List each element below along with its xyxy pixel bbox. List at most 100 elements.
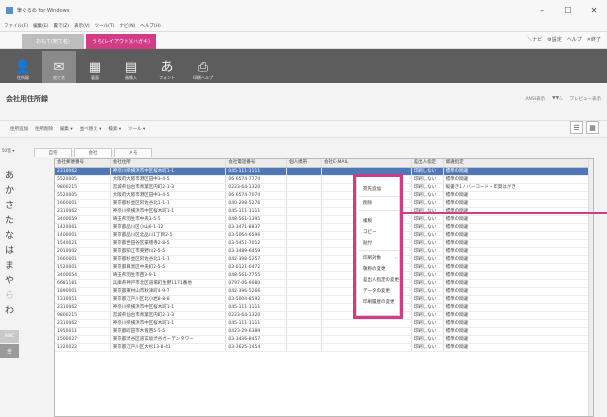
- column-header[interactable]: 差出人指定: [412, 159, 444, 167]
- abc-index-button[interactable]: ABC: [0, 330, 19, 343]
- table-cell: [287, 176, 323, 183]
- table-cell: [322, 344, 412, 351]
- sort-dropdown[interactable]: 並べ替え ▾: [80, 126, 102, 132]
- table-row[interactable]: 1330051 東京都江戸川区北小岩8-8-8 03-5004-8592 印刷しない標…: [55, 296, 593, 304]
- table-cell: 2310062: [55, 208, 111, 215]
- ribbon-layout-button[interactable]: ▦ 裏面: [78, 51, 112, 83]
- table-row[interactable]: 1890001 東京都東村山市秋津町4-9-7 042-396-5266 印刷しない標…: [55, 288, 593, 296]
- kana-index-ra[interactable]: ら: [0, 289, 19, 304]
- table-row[interactable]: 1660001 東京都杉並区阿佐谷北1-1-1 040-298-5276 印刷しない標…: [55, 200, 593, 208]
- tab-back-layout[interactable]: うら(レイアウト)(ハガキ): [86, 34, 156, 49]
- card-view-icon[interactable]: ▦: [586, 121, 599, 134]
- column-header[interactable]: 間違指定: [444, 159, 593, 167]
- table-cell: 9800215: [55, 312, 111, 319]
- menu-back[interactable]: 裏で(Z): [53, 23, 69, 29]
- exit-button[interactable]: ✕終了: [587, 36, 601, 43]
- subtab-company[interactable]: 会社: [74, 148, 112, 157]
- table-cell: [287, 256, 323, 263]
- table-row[interactable]: 3400059 埼玉県羽生市中央3-5-5 048-561-1395 印刷しない 標準の…: [55, 216, 593, 224]
- table-cell: 1400001: [55, 232, 111, 239]
- search-dropdown[interactable]: 検索 ▾: [108, 126, 121, 132]
- all-index-button[interactable]: 全: [0, 344, 19, 358]
- table-row[interactable]: 1660001 東京都杉並区阿佐谷北1-1-1 042-398-5257 印刷しない標…: [55, 256, 593, 264]
- kana-index-ta[interactable]: た: [0, 214, 19, 229]
- table-row[interactable]: 2310062神奈川県横浜市中区桜木町1-1045-111-1111 印刷しない標…: [55, 168, 593, 176]
- edit-dropdown[interactable]: 編集 ▾: [60, 126, 73, 132]
- index-mode-dropdown[interactable]: 50音 ▾: [0, 145, 19, 154]
- table-row[interactable]: 1950011 東京都町田市木曽西5-5-5 0423-29-6389 印刷しない 標準…: [55, 328, 593, 336]
- minimize-button[interactable]: –: [529, 0, 555, 20]
- table-cell: [287, 344, 323, 351]
- column-header[interactable]: 会社電話番号: [226, 159, 288, 167]
- table-row[interactable]: 9800215 宮城県仙台市青葉区内町2-1-3 0223-64-1320 印刷しない…: [55, 312, 593, 320]
- list-view-icon[interactable]: ☰: [570, 121, 583, 134]
- table-cell: 東京都世田谷区豪徳寺2-8-5: [111, 240, 227, 247]
- menu-file[interactable]: ファイル(F): [4, 23, 28, 29]
- table-row[interactable]: 5520005 大阪府大阪市港区田中3-4-5 06-6574-7074 印刷しない標…: [55, 192, 593, 200]
- maximize-button[interactable]: ☐: [555, 0, 581, 20]
- table-cell: 045-111-1111: [226, 168, 288, 175]
- kana-index-ya[interactable]: や: [0, 274, 19, 289]
- tools-dropdown[interactable]: ツール ▾: [128, 126, 145, 132]
- kana-index-ha[interactable]: は: [0, 244, 19, 259]
- subtab-memo[interactable]: メモ: [114, 148, 152, 157]
- table-row[interactable]: 1540021 東京都世田谷区豪徳寺2-8-5 03-5451-7012 印刷しない標…: [55, 240, 593, 248]
- table-row[interactable]: 2010002 東京都狛江市東野川2-5-5 03-3489-6459 印刷しない 標準…: [55, 248, 593, 256]
- ribbon-image-button[interactable]: ▤ 画像入: [114, 51, 148, 83]
- menu-edit[interactable]: 編集(E): [33, 23, 48, 29]
- table-row[interactable]: 2310062神奈川県横浜市中区桜木町1-1045-111-1111 印刷しない標…: [55, 304, 593, 312]
- table-row[interactable]: 1520001 東京都目黒区中央町2-5-5 03-0121-0472 印刷しない 標準…: [55, 264, 593, 272]
- table-row[interactable]: 2310062神奈川県横浜市中区桜木町1-1045-111-1111 印刷しない標…: [55, 320, 593, 328]
- kana-index-ma[interactable]: ま: [0, 259, 19, 274]
- window-controls: – ☐ ✕: [529, 0, 607, 20]
- column-header[interactable]: 会社住所: [111, 159, 227, 167]
- kana-index-sa[interactable]: さ: [0, 199, 19, 214]
- table-cell: 埼玉県羽生市西3-9-1: [111, 272, 227, 279]
- table-row[interactable]: 3400054 埼玉県羽生市西3-9-1 048-561-7755 印刷しない 標準の間…: [55, 272, 593, 280]
- settings-button[interactable]: ⚙設定: [547, 36, 561, 43]
- table-cell: 03-3625-1454: [226, 344, 288, 351]
- kana-index-a[interactable]: あ: [0, 169, 19, 184]
- menu-help[interactable]: ヘルプ(H): [140, 23, 160, 29]
- column-header[interactable]: 個人携帯: [287, 159, 323, 167]
- column-header[interactable]: 会社E-MAIL: [322, 159, 412, 167]
- ansi-toggle[interactable]: ANSI表示: [525, 96, 545, 102]
- menu-tools[interactable]: ツール(T): [95, 23, 115, 29]
- sort-indicator[interactable]: ▼▼△: [552, 96, 562, 102]
- table-row[interactable]: 1400001 東京都品川区北品川1丁目2-5 03-5064-6596 印刷しない標…: [55, 232, 593, 240]
- table-cell: 1520001: [55, 264, 111, 271]
- vertical-scrollbar[interactable]: [588, 159, 593, 416]
- ribbon-card-button[interactable]: ✉ 宛て名: [42, 51, 76, 83]
- card-edit-icon: ✉: [53, 60, 65, 75]
- navi-button[interactable]: ＼ナビ: [527, 36, 542, 43]
- kana-index-ka[interactable]: か: [0, 184, 19, 199]
- record-subtabs: 自宅 会社 メモ: [34, 148, 152, 157]
- table-cell: 03-5064-6596: [226, 232, 288, 239]
- menu-navi[interactable]: ナビ(N): [119, 23, 135, 29]
- table-cell: 大阪府大阪市港区田中3-4-5: [111, 176, 227, 183]
- column-header[interactable]: 会社郵便番号: [55, 159, 111, 167]
- table-cell: 03-3436-8457: [226, 336, 288, 343]
- tab-front-address[interactable]: おもて(宛て名): [22, 34, 84, 49]
- kana-index-na[interactable]: な: [0, 229, 19, 244]
- subtab-home[interactable]: 自宅: [34, 148, 72, 157]
- menu-view[interactable]: 表示(V): [74, 23, 90, 29]
- table-row[interactable]: 5520005 大阪府大阪市港区田中3-4-5 06-6574-7774 印刷しない標…: [55, 176, 593, 184]
- table-row[interactable]: 1320022 東京都江戸川区大杉13-8-41 03-3625-1454 印刷しない…: [55, 344, 593, 352]
- delete-address-button[interactable]: 住所削除: [35, 126, 53, 132]
- table-row[interactable]: 9800215 宮城県仙台市青葉区内町2-1-3 0223-64-1320 印刷しない…: [55, 184, 593, 192]
- table-row[interactable]: 6681181 兵庫県神戸市北区道場町生野1171番地 0797-06-9080 印刷…: [55, 280, 593, 288]
- table-row[interactable]: 1500027 東京都渋谷区道玄坂渋谷ガーデンタワー 03-3436-8457 印刷し…: [55, 336, 593, 344]
- kana-index-wa[interactable]: わ: [0, 304, 19, 319]
- table-cell: 標準の間違: [445, 193, 469, 198]
- ribbon-font-button[interactable]: あ フォント: [150, 51, 184, 83]
- table-row[interactable]: 1420061 東京都品川区小山6-1-12 03-3471-8837 印刷しない 標準…: [55, 224, 593, 232]
- preview-toggle[interactable]: プレビュー表示: [570, 96, 602, 102]
- help-button[interactable]: ヘルプ: [567, 36, 582, 43]
- ribbon-address-book-button[interactable]: 👤 住所録: [6, 51, 40, 83]
- table-cell: 042-398-5257: [226, 256, 288, 263]
- table-cell: 縦書き1 / バーコード・年賀はがき: [445, 185, 516, 190]
- ribbon-print-button[interactable]: ⎙ 印刷ヘルプ: [186, 51, 220, 83]
- add-address-button[interactable]: 住所追加: [10, 126, 28, 132]
- close-button[interactable]: ✕: [581, 0, 607, 20]
